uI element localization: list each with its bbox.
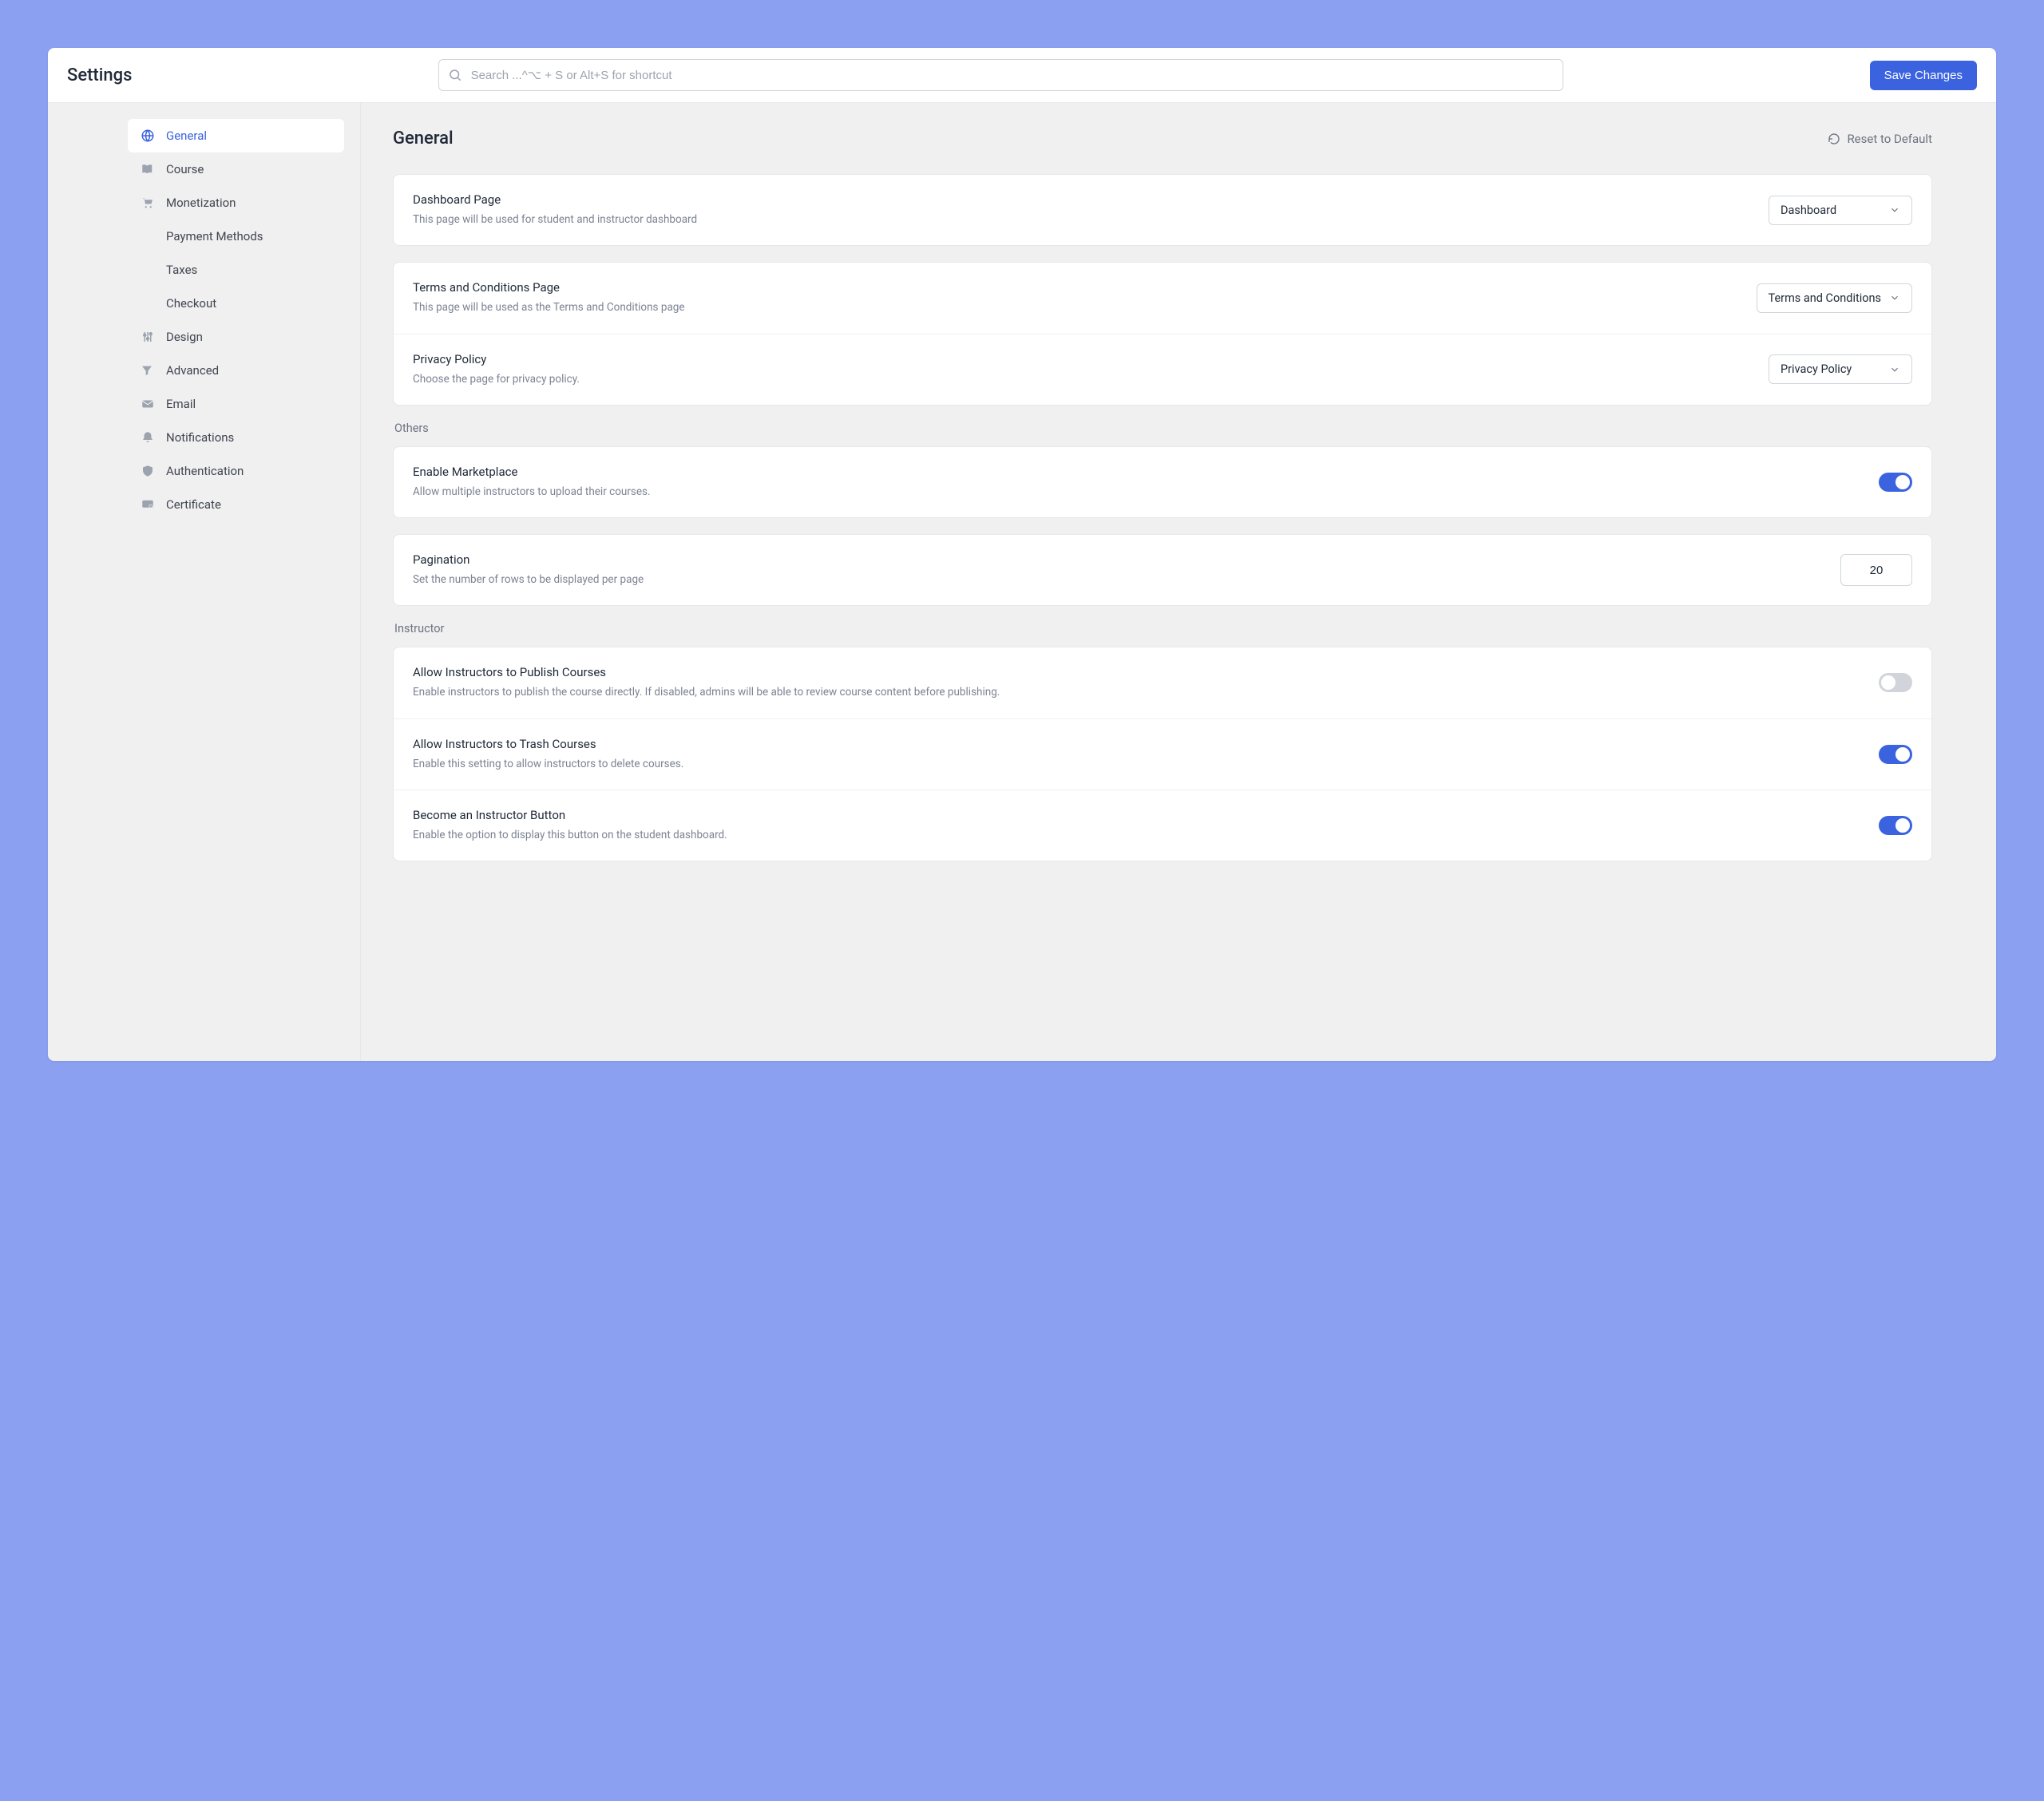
save-button[interactable]: Save Changes [1870, 61, 1977, 90]
card-pagination: Pagination Set the number of rows to be … [393, 534, 1932, 606]
chevron-down-icon [1889, 204, 1900, 216]
input-pagination[interactable] [1840, 554, 1912, 586]
row-desc: Set the number of rows to be displayed p… [413, 572, 1821, 588]
cart-icon [141, 196, 155, 210]
row-privacy: Privacy Policy Choose the page for priva… [394, 334, 1931, 405]
sidebar-item-label: Design [166, 330, 203, 344]
row-desc: Allow multiple instructors to upload the… [413, 484, 1860, 500]
card-marketplace: Enable Marketplace Allow multiple instru… [393, 446, 1932, 518]
select-dashboard-page[interactable]: Dashboard [1769, 196, 1912, 225]
certificate-icon [141, 497, 155, 512]
sidebar-sub-checkout[interactable]: Checkout [128, 287, 344, 320]
refresh-icon [1828, 133, 1840, 145]
search-input[interactable] [438, 59, 1564, 91]
chevron-down-icon [1889, 364, 1900, 375]
globe-icon [141, 129, 155, 143]
search-icon [448, 68, 462, 82]
row-title: Terms and Conditions Page [413, 280, 1737, 295]
row-desc: Enable instructors to publish the course… [413, 684, 1860, 700]
select-privacy[interactable]: Privacy Policy [1769, 354, 1912, 384]
select-value: Privacy Policy [1781, 362, 1852, 376]
card-dashboard: Dashboard Page This page will be used fo… [393, 174, 1932, 246]
row-title: Dashboard Page [413, 192, 1749, 207]
main-title: General [393, 129, 454, 148]
card-instructor: Allow Instructors to Publish Courses Ena… [393, 647, 1932, 861]
row-marketplace: Enable Marketplace Allow multiple instru… [394, 447, 1931, 517]
app-window: Settings Save Changes General [48, 48, 1996, 1061]
sidebar-sub-payment-methods[interactable]: Payment Methods [128, 220, 344, 253]
row-title: Allow Instructors to Trash Courses [413, 737, 1860, 751]
sidebar-item-label: General [166, 129, 207, 143]
body: General Course Monetization Payment Meth… [48, 103, 1996, 1061]
row-title: Privacy Policy [413, 352, 1749, 366]
book-icon [141, 162, 155, 176]
page-title: Settings [67, 65, 132, 85]
sidebar-item-advanced[interactable]: Advanced [128, 354, 344, 387]
bell-icon [141, 430, 155, 445]
main: General Reset to Default Dashboard Page … [361, 103, 1996, 1061]
toggle-trash[interactable] [1879, 745, 1912, 764]
row-title: Enable Marketplace [413, 465, 1860, 479]
topbar: Settings Save Changes [48, 48, 1996, 103]
reset-label: Reset to Default [1847, 132, 1932, 146]
row-title: Allow Instructors to Publish Courses [413, 665, 1860, 679]
row-desc: Choose the page for privacy policy. [413, 371, 1749, 387]
sidebar: General Course Monetization Payment Meth… [48, 103, 361, 1061]
sidebar-item-label: Course [166, 162, 204, 176]
sidebar-item-certificate[interactable]: Certificate [128, 488, 344, 521]
row-title: Become an Instructor Button [413, 808, 1860, 822]
select-value: Dashboard [1781, 204, 1836, 217]
main-header: General Reset to Default [393, 129, 1932, 148]
sidebar-sub-taxes[interactable]: Taxes [128, 253, 344, 287]
funnel-icon [141, 364, 155, 377]
sidebar-item-general[interactable]: General [128, 119, 344, 152]
row-desc: This page will be used as the Terms and … [413, 299, 1737, 315]
sidebar-item-label: Certificate [166, 497, 221, 512]
row-desc: This page will be used for student and i… [413, 212, 1749, 228]
sidebar-item-label: Notifications [166, 430, 234, 445]
sidebar-item-label: Email [166, 397, 196, 411]
sidebar-item-notifications[interactable]: Notifications [128, 421, 344, 454]
sidebar-item-label: Monetization [166, 196, 236, 210]
row-terms: Terms and Conditions Page This page will… [394, 263, 1931, 333]
section-label-others: Others [394, 422, 1932, 435]
row-publish: Allow Instructors to Publish Courses Ena… [394, 647, 1931, 718]
row-pagination: Pagination Set the number of rows to be … [394, 535, 1931, 605]
select-terms[interactable]: Terms and Conditions [1757, 283, 1912, 313]
mail-icon [141, 397, 155, 411]
toggle-become-instructor[interactable] [1879, 816, 1912, 835]
toggle-publish[interactable] [1879, 673, 1912, 692]
sidebar-item-course[interactable]: Course [128, 152, 344, 186]
select-value: Terms and Conditions [1769, 291, 1881, 305]
sidebar-item-monetization[interactable]: Monetization [128, 186, 344, 220]
row-desc: Enable this setting to allow instructors… [413, 756, 1860, 772]
row-become-instructor: Become an Instructor Button Enable the o… [394, 790, 1931, 861]
section-label-instructor: Instructor [394, 622, 1932, 635]
row-dashboard-page: Dashboard Page This page will be used fo… [394, 175, 1931, 245]
shield-icon [141, 464, 155, 478]
sliders-icon [141, 330, 155, 344]
sidebar-item-authentication[interactable]: Authentication [128, 454, 344, 488]
card-terms: Terms and Conditions Page This page will… [393, 262, 1932, 406]
sidebar-item-label: Advanced [166, 363, 219, 378]
search-box [438, 59, 1564, 91]
row-desc: Enable the option to display this button… [413, 827, 1860, 843]
row-title: Pagination [413, 552, 1821, 567]
sidebar-item-label: Authentication [166, 464, 244, 478]
chevron-down-icon [1889, 292, 1900, 303]
reset-button[interactable]: Reset to Default [1828, 132, 1932, 146]
sidebar-item-design[interactable]: Design [128, 320, 344, 354]
sidebar-item-email[interactable]: Email [128, 387, 344, 421]
row-trash: Allow Instructors to Trash Courses Enabl… [394, 718, 1931, 790]
search-wrap [148, 59, 1853, 91]
toggle-marketplace[interactable] [1879, 473, 1912, 492]
